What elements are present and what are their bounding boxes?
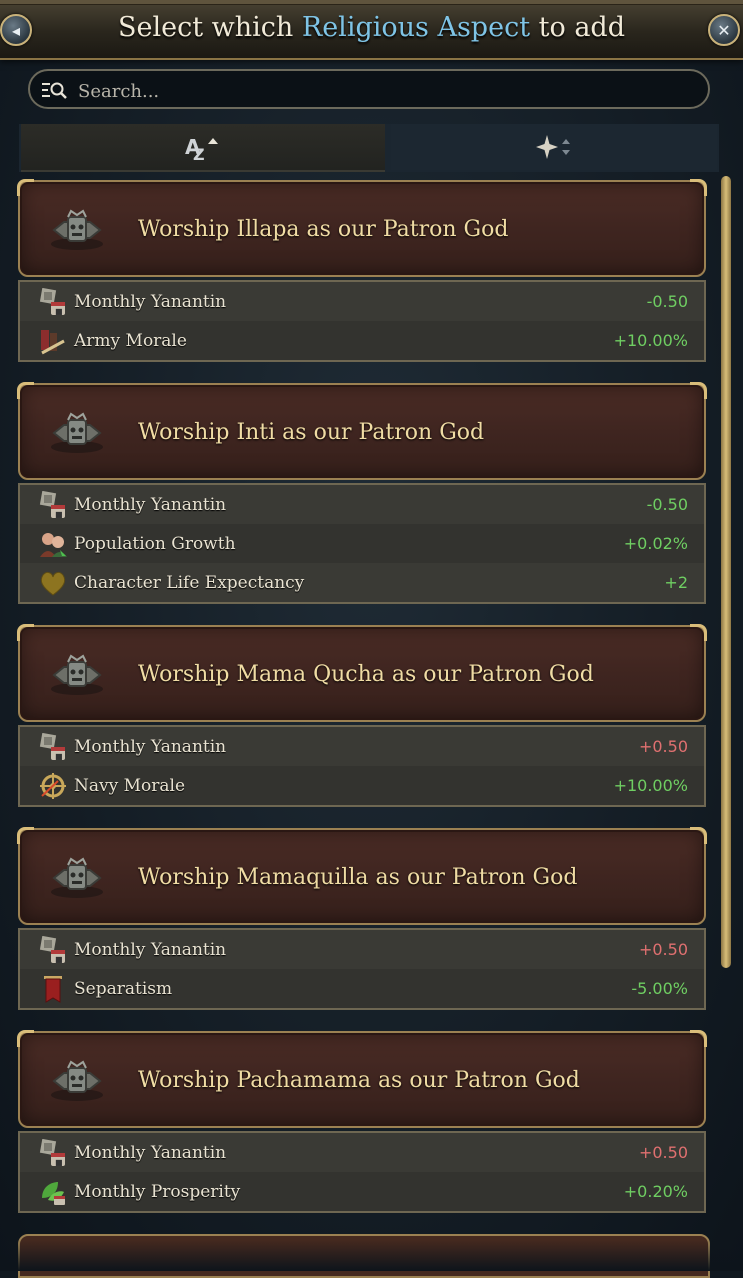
title-suffix: to add (530, 12, 625, 43)
inti-god-icon (46, 411, 108, 455)
dialog-header: ◂ Select which Religious Aspect to add ✕ (0, 0, 743, 60)
effect-label: Monthly Yanantin (74, 737, 227, 757)
bottom-fade (0, 1240, 743, 1271)
effect-row: Population Growth +0.02% (20, 524, 704, 563)
effect-row: ■ Monthly Yanantin +0.50 (20, 930, 704, 969)
effect-label: Population Growth (74, 534, 236, 554)
aspect-effects: ■ Monthly Yanantin -0.50 Population Growth +… (18, 483, 706, 604)
effect-value: +0.20% (623, 1182, 688, 1201)
aspect-title: Worship Pachamama as our Patron God (138, 1068, 580, 1093)
effect-row: ■ Monthly Yanantin -0.50 (20, 282, 704, 321)
aspect-card-header[interactable]: Worship Illapa as our Patron God (17, 179, 707, 277)
svg-text:■: ■ (55, 510, 63, 519)
aspect-effects: ■ Monthly Yanantin +0.50 Monthly Prosperity… (18, 1131, 706, 1213)
army-morale-icon (38, 327, 68, 355)
effect-row: ■ Monthly Yanantin +0.50 (20, 1133, 704, 1172)
effect-row: Navy Morale +10.00% (20, 766, 704, 805)
mama-qucha-god-icon (46, 653, 108, 697)
effect-value: +0.50 (638, 737, 688, 756)
effect-value: +0.50 (638, 940, 688, 959)
effect-row: Army Morale +10.00% (20, 321, 704, 360)
sort-alphabetical-icon: A Z (185, 135, 218, 162)
mamaquilla-god-icon (46, 856, 108, 900)
effect-label: Monthly Yanantin (74, 1143, 227, 1163)
sort-special-icon (536, 135, 570, 159)
effect-row: ■ Monthly Yanantin -0.50 (20, 485, 704, 524)
svg-text:■: ■ (55, 955, 63, 964)
effect-value: +2 (664, 573, 688, 592)
svg-text:■: ■ (55, 752, 63, 761)
header-top-strip (0, 0, 743, 5)
yanantin-icon: ■ (38, 935, 68, 964)
yanantin-icon: ■ (38, 490, 68, 519)
close-button[interactable]: ✕ (708, 14, 740, 46)
sort-special-tab[interactable] (391, 124, 717, 170)
effect-row: Separatism -5.00% (20, 969, 704, 1008)
separatism-banner-icon (38, 975, 68, 1003)
aspect-card-header[interactable]: Worship Pachamama as our Patron God (17, 1030, 707, 1128)
effect-value: -0.50 (646, 495, 688, 514)
effect-label: Separatism (74, 979, 173, 999)
effect-label: Character Life Expectancy (74, 573, 305, 593)
close-icon: ✕ (717, 20, 731, 40)
effect-label: Monthly Yanantin (74, 495, 227, 515)
illapa-god-icon (46, 208, 108, 252)
effect-label: Monthly Prosperity (74, 1182, 241, 1202)
svg-text:Z: Z (193, 145, 205, 162)
yanantin-icon: ■ (38, 287, 68, 316)
effect-value: +0.50 (638, 1143, 688, 1162)
effect-row: Character Life Expectancy +2 (20, 563, 704, 602)
aspect-card-header[interactable]: Worship Inti as our Patron God (17, 382, 707, 480)
navy-morale-icon (38, 772, 68, 800)
effect-label: Monthly Yanantin (74, 940, 227, 960)
title-highlight: Religious Aspect (301, 12, 531, 43)
sort-alphabetical-tab[interactable]: A Z (21, 124, 385, 172)
search-filter-icon (42, 82, 67, 99)
effect-value: -0.50 (646, 292, 688, 311)
aspect-title: Worship Inti as our Patron God (138, 420, 485, 445)
sort-bar: A Z (19, 124, 719, 172)
effect-value: -5.00% (631, 979, 688, 998)
effect-value: +10.00% (613, 776, 688, 795)
effect-label: Monthly Yanantin (74, 292, 227, 312)
svg-text:■: ■ (55, 1158, 63, 1167)
prosperity-leaf-icon (38, 1178, 68, 1206)
scrollbar-thumb[interactable] (721, 176, 731, 968)
pachamama-god-icon (46, 1059, 108, 1103)
yanantin-icon: ■ (38, 732, 68, 761)
heart-icon (38, 569, 68, 597)
search-bar[interactable] (28, 69, 710, 109)
aspect-title: Worship Illapa as our Patron God (138, 217, 509, 242)
aspect-effects: ■ Monthly Yanantin +0.50 Separatism -5.00% (18, 928, 706, 1010)
population-growth-icon (38, 530, 68, 558)
effect-value: +0.02% (623, 534, 688, 553)
svg-text:■: ■ (55, 307, 63, 316)
aspect-title: Worship Mamaquilla as our Patron God (138, 865, 578, 890)
effect-label: Navy Morale (74, 776, 186, 796)
aspect-card-header[interactable]: Worship Mama Qucha as our Patron God (17, 624, 707, 722)
effect-row: ■ Monthly Yanantin +0.50 (20, 727, 704, 766)
effect-row: Monthly Prosperity +0.20% (20, 1172, 704, 1211)
aspect-effects: ■ Monthly Yanantin +0.50 Navy Morale +10.00% (18, 725, 706, 807)
yanantin-icon: ■ (38, 1138, 68, 1167)
title-prefix: Select which (118, 12, 302, 43)
aspect-title: Worship Mama Qucha as our Patron God (138, 662, 594, 687)
aspect-effects: ■ Monthly Yanantin -0.50 Army Morale +10.00% (18, 280, 706, 362)
effect-value: +10.00% (613, 331, 688, 350)
search-input[interactable] (76, 77, 680, 105)
effect-label: Army Morale (74, 331, 187, 351)
aspect-card-header[interactable]: Worship Mamaquilla as our Patron God (17, 827, 707, 925)
dialog-title: Select which Religious Aspect to add (0, 12, 743, 43)
